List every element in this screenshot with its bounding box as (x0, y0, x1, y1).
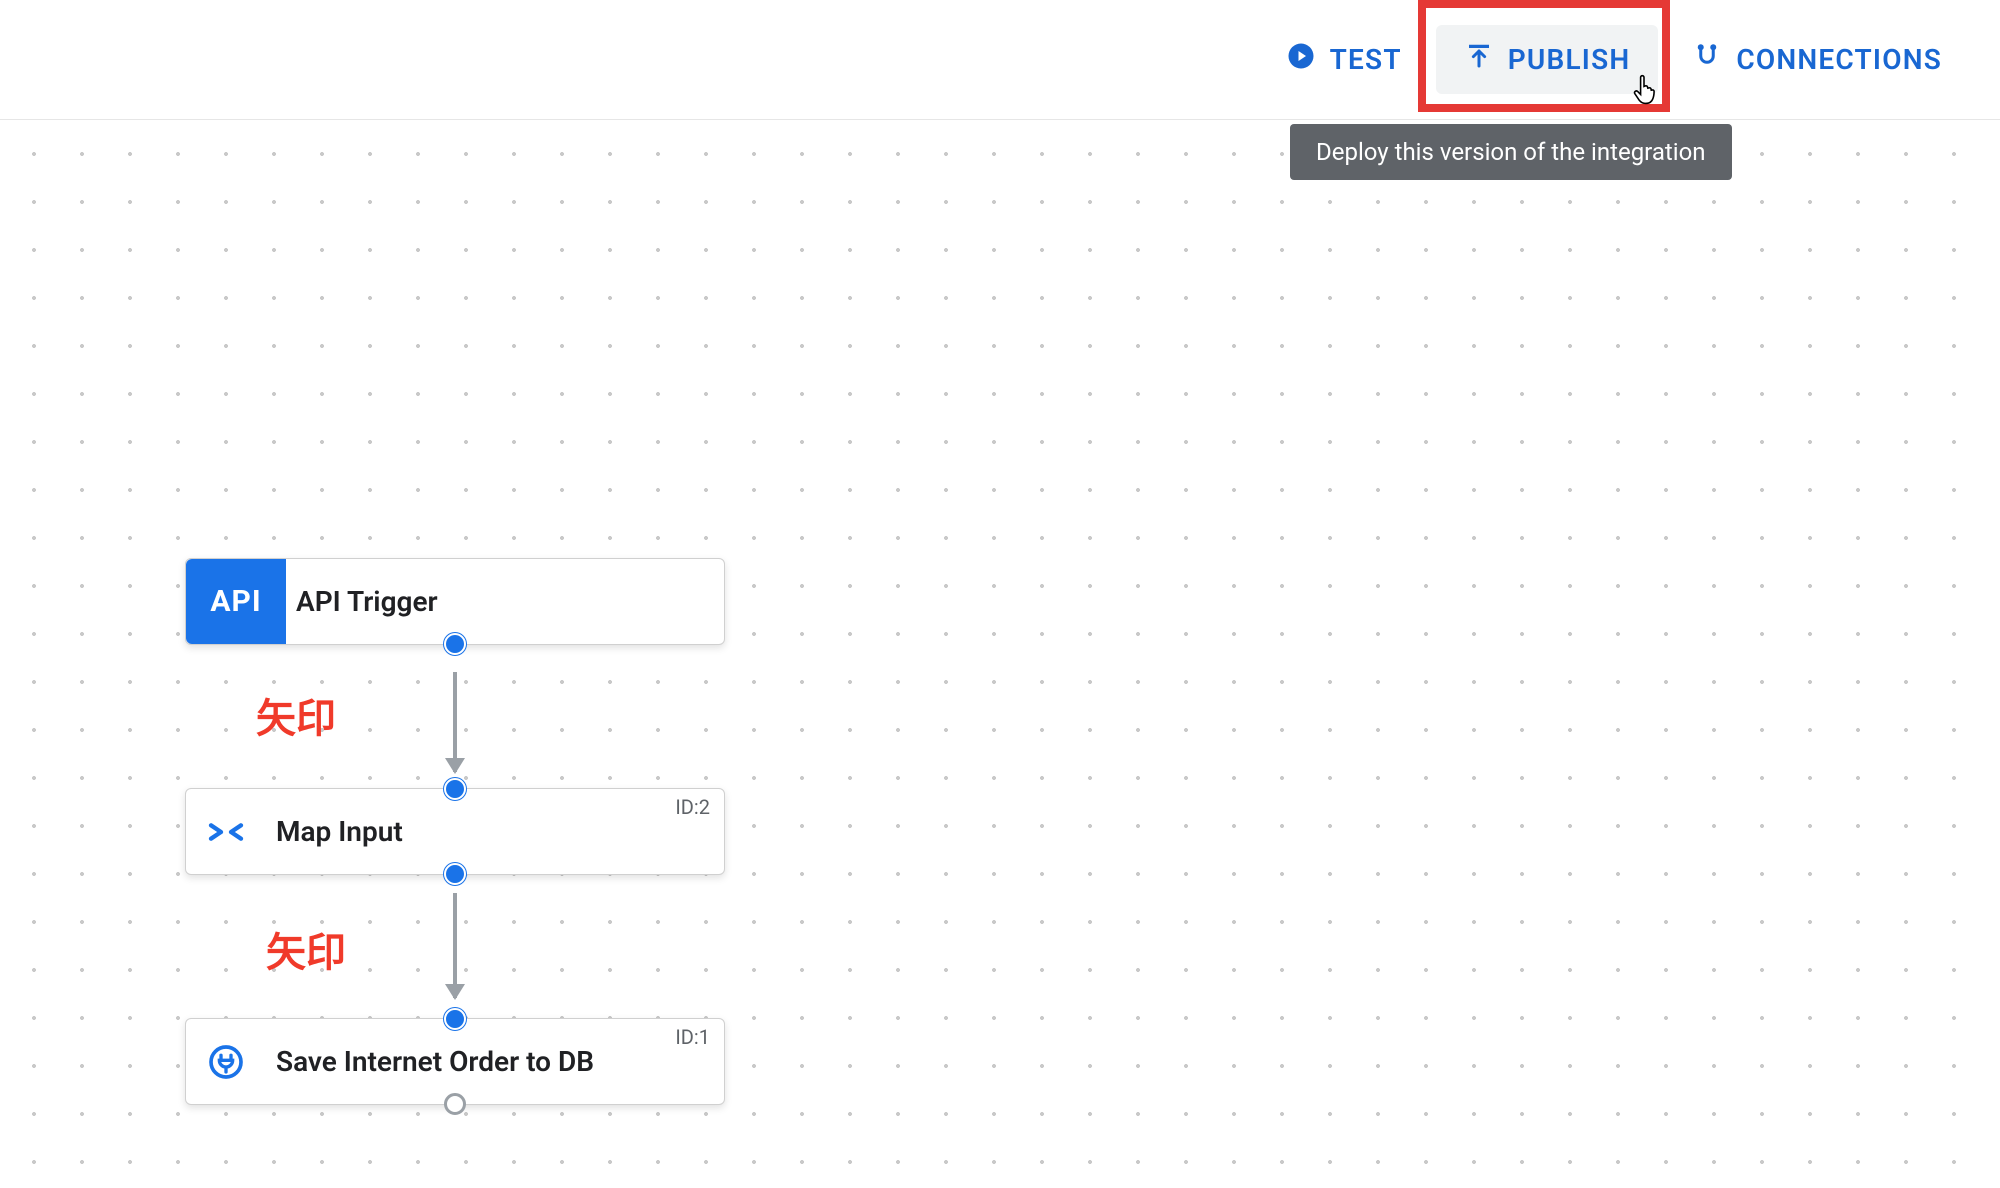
top-toolbar: TEST PUBLISH CONNECTIONS (0, 0, 2000, 120)
flow-canvas[interactable]: API API Trigger 矢印 Map Input ID:2 矢印 (0, 120, 2000, 1188)
node-api-trigger[interactable]: API API Trigger (185, 558, 725, 645)
connections-icon (1692, 41, 1722, 78)
play-circle-icon (1286, 41, 1316, 78)
connections-label: CONNECTIONS (1736, 43, 1942, 76)
api-badge: API (186, 559, 286, 644)
input-port[interactable] (444, 1008, 466, 1030)
publish-label: PUBLISH (1508, 43, 1631, 76)
test-button[interactable]: TEST (1258, 25, 1430, 94)
publish-icon (1464, 41, 1494, 78)
node-id: ID:1 (675, 1025, 710, 1049)
node-title: Map Input (276, 815, 403, 848)
node-title: Save Internet Order to DB (276, 1045, 594, 1078)
edge-2 (453, 893, 457, 998)
node-save-order[interactable]: Save Internet Order to DB ID:1 (185, 1018, 725, 1105)
output-port-empty[interactable] (444, 1093, 466, 1115)
publish-button[interactable]: PUBLISH (1436, 25, 1659, 94)
map-icon (186, 789, 266, 874)
connections-button[interactable]: CONNECTIONS (1664, 25, 1970, 94)
input-port[interactable] (444, 778, 466, 800)
node-title: API Trigger (296, 585, 438, 618)
publish-tooltip: Deploy this version of the integration (1290, 124, 1732, 180)
annotation-arrow-2: 矢印 (266, 920, 346, 978)
cursor-pointer-icon (1630, 74, 1658, 108)
output-port[interactable] (444, 863, 466, 885)
node-map-input[interactable]: Map Input ID:2 (185, 788, 725, 875)
annotation-arrow-1: 矢印 (256, 686, 336, 744)
node-id: ID:2 (675, 795, 710, 819)
output-port[interactable] (444, 633, 466, 655)
plug-circle-icon (186, 1019, 266, 1104)
edge-1 (453, 672, 457, 772)
test-label: TEST (1330, 43, 1402, 76)
